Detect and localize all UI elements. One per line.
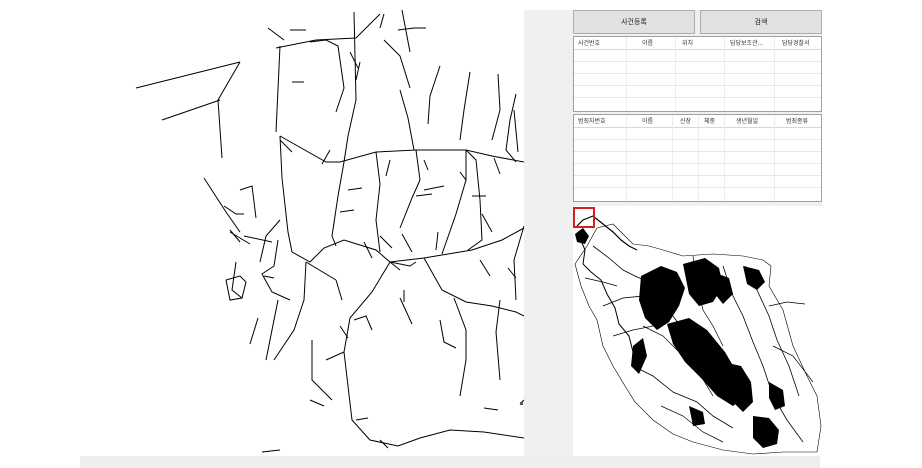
status-strip: [80, 456, 820, 468]
criminal-table[interactable]: 범죄자번호 이름 신장 체중 생년월일 범죄종류: [573, 114, 822, 202]
minimap-viewport-indicator[interactable]: [573, 207, 595, 228]
column-name[interactable]: 이름: [642, 116, 653, 125]
case-table[interactable]: 사건번호 이름 위치 담당보조관... 담당경찰서: [573, 36, 822, 112]
column-police-station[interactable]: 담당경찰서: [782, 38, 810, 47]
register-case-button[interactable]: 사건등록: [573, 10, 695, 34]
search-button[interactable]: 검색: [700, 10, 822, 34]
column-location[interactable]: 위치: [682, 38, 693, 47]
road-network: [135, 9, 525, 453]
map-pan-handle[interactable]: [520, 402, 523, 405]
column-assistant[interactable]: 담당보조관...: [730, 38, 763, 47]
column-birthdate[interactable]: 생년월일: [736, 116, 758, 125]
road-map-canvas[interactable]: [80, 0, 525, 456]
column-case-number[interactable]: 사건번호: [578, 38, 600, 47]
overview-minimap[interactable]: [573, 206, 822, 456]
column-crime-type[interactable]: 범죄종류: [786, 116, 808, 125]
column-name[interactable]: 이름: [642, 38, 653, 47]
case-table-header: 사건번호 이름 위치 담당보조관... 담당경찰서: [574, 37, 821, 50]
column-criminal-number[interactable]: 범죄자번호: [578, 116, 606, 125]
minimap-road-network: [574, 215, 822, 455]
control-panel: 사건등록 검색 사건번호 이름 위치 담당보조관... 담당경찰서 범죄자번호 …: [524, 10, 822, 456]
column-weight[interactable]: 체중: [704, 116, 715, 125]
column-height[interactable]: 신장: [680, 116, 691, 125]
